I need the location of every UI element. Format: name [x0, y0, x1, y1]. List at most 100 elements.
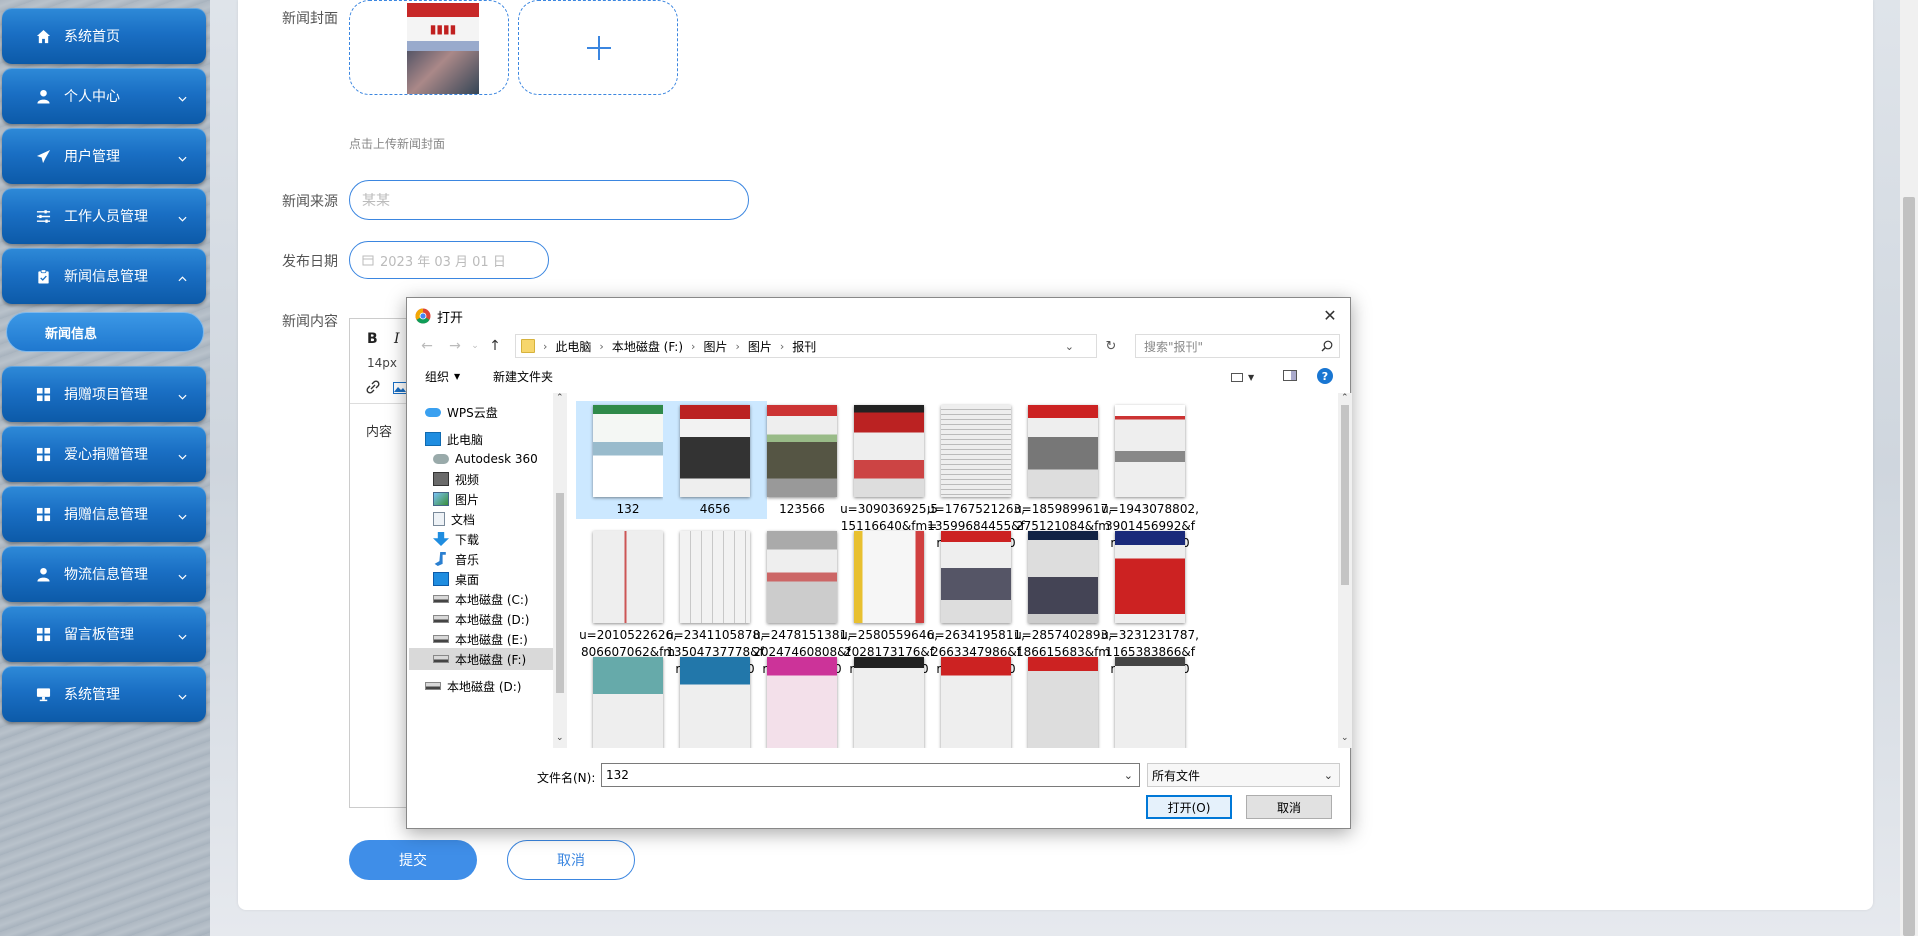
file-thumbnail — [1028, 531, 1098, 623]
italic-button[interactable]: I — [394, 331, 400, 347]
filetype-select[interactable]: 所有文件 ⌄ — [1147, 763, 1340, 787]
sidebar-item[interactable]: 留言板管理 — [2, 606, 206, 662]
grid-icon — [34, 505, 52, 523]
tree-item[interactable]: 本地磁盘 (C:) — [433, 588, 553, 610]
file-thumbnail — [767, 405, 837, 497]
file-item[interactable] — [1098, 653, 1202, 748]
tree-item[interactable]: 视频 — [433, 468, 553, 490]
tree-item[interactable]: Autodesk 360 — [433, 448, 553, 470]
tree-item[interactable]: 下载 — [433, 528, 553, 550]
search-input[interactable]: 搜索"报刊" — [1135, 334, 1340, 358]
cancel-button[interactable]: 取消 — [507, 840, 635, 880]
tree-item-label: 本地磁盘 (D:) — [455, 612, 530, 627]
dialog-cancel-button[interactable]: 取消 — [1246, 795, 1332, 819]
chevron-down-icon — [178, 210, 187, 222]
chevron-down-icon — [178, 388, 187, 400]
sliders-icon — [34, 207, 52, 225]
tree-item[interactable]: 音乐 — [433, 548, 553, 570]
file-thumbnail — [680, 405, 750, 497]
breadcrumb-item[interactable]: 报刊 — [792, 338, 816, 355]
tree-item[interactable]: 本地磁盘 (D:) — [425, 675, 553, 697]
tree-item[interactable]: 文档 — [433, 508, 553, 530]
plus-icon — [587, 36, 611, 60]
file-thumbnail — [941, 531, 1011, 623]
sidebar-item[interactable]: 新闻信息管理 — [2, 248, 206, 304]
sidebar-item-label: 工作人员管理 — [64, 209, 148, 225]
filename-value: 132 — [606, 768, 629, 782]
picture-icon — [433, 492, 449, 506]
page-scrollbar-thumb[interactable] — [1903, 197, 1915, 936]
tree-item-label: 音乐 — [455, 552, 480, 567]
tree-item-label: 此电脑 — [447, 432, 484, 447]
sidebar-item[interactable]: 个人中心 — [2, 68, 206, 124]
filetype-value: 所有文件 — [1152, 768, 1201, 783]
tree-item[interactable]: 本地磁盘 (E:) — [433, 628, 553, 650]
tree-item[interactable]: 图片 — [433, 488, 553, 510]
file-thumbnail — [1028, 657, 1098, 748]
clipboard-icon — [34, 267, 52, 285]
tree-item-label: 本地磁盘 (D:) — [447, 679, 522, 694]
drive-icon — [433, 595, 449, 603]
filename-dropdown-icon[interactable]: ⌄ — [1124, 769, 1133, 782]
drive-icon — [425, 682, 441, 690]
sidebar-item[interactable]: 工作人员管理 — [2, 188, 206, 244]
tree-item-label: WPS云盘 — [447, 405, 498, 420]
bold-button[interactable]: B — [367, 331, 378, 347]
sidebar-item[interactable]: 用户管理 — [2, 128, 206, 184]
sidebar-item[interactable]: 爱心捐赠管理 — [2, 426, 206, 482]
source-label: 新闻来源 — [282, 194, 338, 210]
file-thumbnail — [941, 405, 1011, 497]
forward-arrow-icon[interactable]: → — [445, 336, 465, 356]
file-thumbnail — [767, 531, 837, 623]
chevron-down-icon — [178, 90, 187, 102]
sidebar-item[interactable]: 捐赠项目管理 — [2, 366, 206, 422]
file-grid: 1324656123566u=309036925,515116640&fm=26… — [568, 393, 1338, 748]
recent-locations-chevron-icon[interactable]: ⌄ — [465, 336, 485, 356]
dialog-close-button[interactable]: ✕ — [1318, 304, 1342, 326]
tree-item-label: 视频 — [455, 472, 480, 487]
back-arrow-icon[interactable]: ← — [417, 336, 437, 356]
upload-cover-button[interactable] — [518, 0, 678, 95]
file-grid-scrollbar[interactable]: ⌃ ⌄ — [1338, 393, 1352, 748]
breadcrumb-item[interactable]: 图片 — [703, 338, 727, 355]
new-folder-button[interactable]: 新建文件夹 — [493, 368, 553, 385]
organize-menu-button[interactable]: 组织 ▼ — [425, 368, 460, 385]
tree-item[interactable]: 本地磁盘 (F:) — [409, 648, 553, 670]
sidebar-subitem-news[interactable]: 新闻信息 — [6, 312, 204, 352]
sidebar: 系统首页 个人中心 用户管理工作人员管理新闻信息管理 捐赠项目管理 爱心捐赠管理 捐赠信息… — [0, 0, 210, 936]
source-input[interactable]: 某某 — [349, 180, 749, 220]
tree-item[interactable]: 桌面 — [433, 568, 553, 590]
sidebar-item[interactable]: 系统管理 — [2, 666, 206, 722]
breadcrumb-item[interactable]: 本地磁盘 (F:) — [612, 338, 683, 355]
tree-item[interactable]: WPS云盘 — [425, 401, 553, 423]
font-size-select[interactable]: 14px — [367, 356, 397, 370]
page-scrollbar[interactable] — [1900, 0, 1918, 936]
rich-text-editor[interactable]: B I 14px 内容 — [349, 318, 410, 808]
filename-input[interactable]: 132 ⌄ — [601, 763, 1140, 787]
person-icon — [34, 87, 52, 105]
view-options-icon[interactable]: ▼ — [1231, 370, 1259, 384]
editor-content: 内容 — [366, 425, 393, 440]
open-button[interactable]: 打开(O) — [1146, 795, 1232, 819]
address-bar[interactable]: › 此电脑 › 本地磁盘 (F:) › 图片 › 图片 › 报刊 ⌄ — [515, 334, 1097, 358]
refresh-icon[interactable]: ↻ — [1101, 336, 1121, 356]
sidebar-item[interactable]: 捐赠信息管理 — [2, 486, 206, 542]
sidebar-item[interactable]: 物流信息管理 — [2, 546, 206, 602]
sidebar-item[interactable]: 系统首页 — [2, 8, 206, 64]
breadcrumb-item[interactable]: 图片 — [748, 338, 772, 355]
tree-item[interactable]: 本地磁盘 (D:) — [433, 608, 553, 630]
cover-image-slot[interactable]: ▮▮▮▮ — [349, 0, 509, 95]
link-icon[interactable] — [366, 380, 380, 394]
help-icon[interactable]: ? — [1317, 368, 1333, 384]
submit-button[interactable]: 提交 — [349, 840, 477, 880]
chevron-down-icon — [178, 448, 187, 460]
breadcrumb-item[interactable]: 此电脑 — [555, 338, 591, 355]
tree-item[interactable]: 此电脑 — [425, 428, 553, 450]
address-dropdown-icon[interactable]: ⌄ — [1065, 340, 1074, 353]
up-arrow-icon[interactable]: ↑ — [485, 336, 505, 356]
date-picker[interactable]: 2023 年 03 月 01 日 — [349, 241, 549, 279]
folder-tree-scrollbar[interactable]: ⌃ ⌄ — [553, 393, 567, 748]
preview-pane-icon[interactable] — [1283, 370, 1297, 381]
image-icon[interactable] — [393, 382, 407, 394]
drive-icon — [433, 615, 449, 623]
